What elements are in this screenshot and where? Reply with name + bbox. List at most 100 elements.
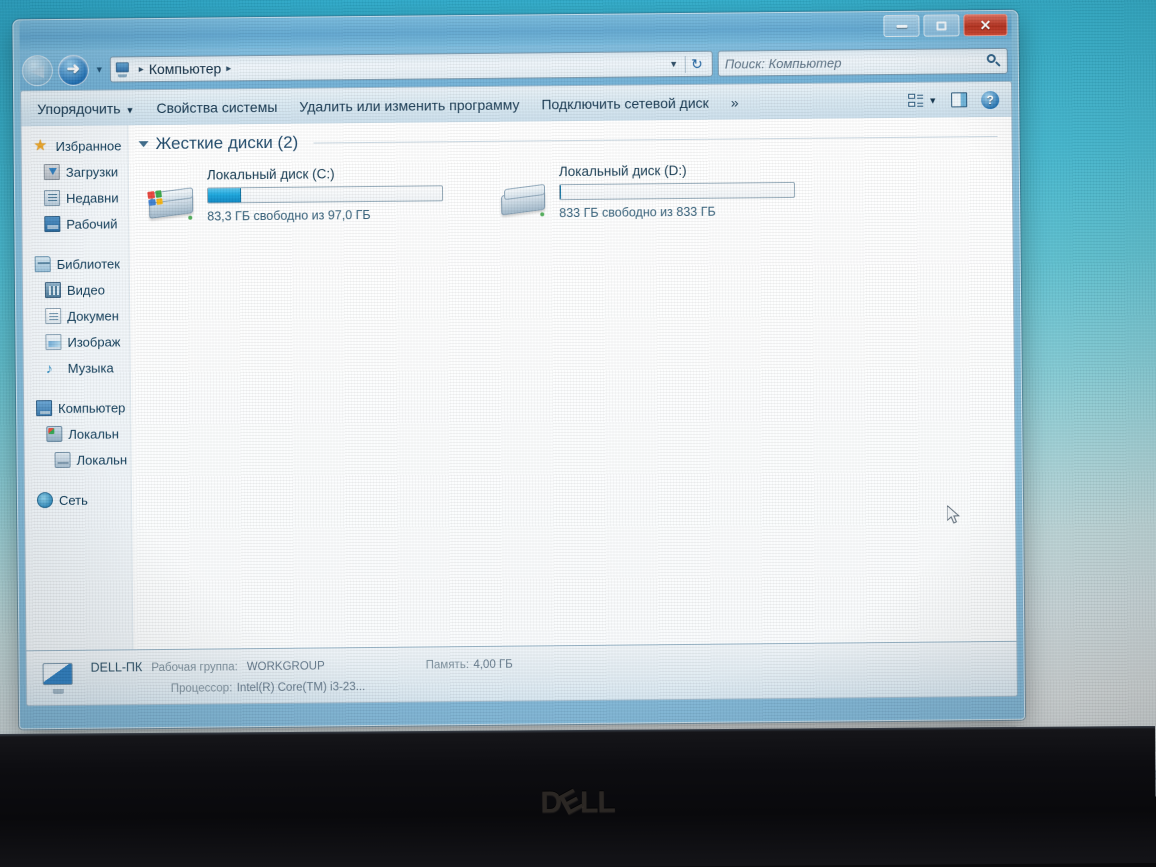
group-header-hard-drives[interactable]: Жесткие диски (2) — [138, 126, 998, 154]
drive-usage-fill — [559, 185, 562, 200]
preview-pane-button[interactable] — [945, 88, 973, 111]
sidebar-item-label: Недавни — [66, 189, 119, 206]
search-icon[interactable] — [986, 53, 1001, 68]
sidebar-item-label: Загрузки — [65, 163, 119, 180]
hard-drive-icon — [499, 182, 549, 224]
organize-button[interactable]: Упорядочить ▼ — [27, 95, 144, 122]
computer-icon — [114, 61, 131, 77]
drive-info-c: Локальный диск (C:) 83,3 ГБ свободно из … — [207, 165, 444, 227]
overflow-button[interactable]: » — [721, 89, 749, 115]
library-icon — [34, 256, 51, 273]
sidebar-gap-3 — [25, 472, 131, 487]
view-options-button[interactable]: ▼ — [902, 89, 943, 111]
back-button[interactable]: ◀ — [21, 54, 53, 86]
hard-drive-system-icon — [147, 186, 197, 228]
drive-item-d[interactable]: Локальный диск (D:) 833 ГБ свободно из 8… — [499, 162, 796, 225]
maximize-button[interactable] — [923, 14, 960, 37]
sidebar-item-label: Компьютер — [58, 399, 126, 416]
sidebar-item-local-disk-c[interactable]: Локальн — [24, 420, 130, 447]
sidebar-item-pictures[interactable]: Изображ — [23, 328, 129, 355]
refresh-icon[interactable]: ↻ — [685, 55, 708, 73]
sidebar-item-video[interactable]: Видео — [23, 276, 129, 303]
sidebar-item-computer[interactable]: Компьютер — [24, 394, 130, 421]
desktop-icon — [44, 215, 61, 233]
maximize-icon — [936, 20, 947, 31]
drive-free-space: 83,3 ГБ свободно из 97,0 ГБ — [207, 207, 371, 224]
close-icon: ✕ — [979, 17, 992, 34]
processor-label: Процессор: — [170, 681, 233, 695]
drive-usage-fill — [207, 188, 241, 203]
address-spacer — [236, 64, 662, 68]
breadcrumb-computer[interactable]: Компьютер — [149, 60, 222, 77]
system-properties-button[interactable]: Свойства системы — [146, 93, 287, 120]
uninstall-change-program-button[interactable]: Удалить или изменить программу — [289, 91, 529, 119]
close-button[interactable]: ✕ — [963, 13, 1008, 37]
sidebar-item-network[interactable]: Сеть — [25, 486, 131, 513]
music-icon: ♪ — [45, 360, 53, 377]
group-divider — [313, 135, 998, 144]
sidebar-item-label: Библиотек — [56, 255, 120, 272]
help-button[interactable]: ? — [975, 86, 1005, 112]
content-pane[interactable]: Жесткие диски (2) Локальный диск (C:) 83… — [128, 116, 1017, 650]
history-dropdown-icon[interactable]: ▼ — [94, 65, 105, 75]
sidebar-item-label: Локальн — [76, 451, 128, 468]
drive-list: Локальный диск (C:) 83,3 ГБ свободно из … — [139, 160, 999, 228]
map-network-drive-button[interactable]: Подключить сетевой диск — [531, 89, 719, 117]
downloads-icon — [43, 163, 60, 181]
sidebar-item-downloads[interactable]: Загрузки — [22, 158, 128, 185]
command-bar-spacer — [751, 100, 901, 101]
sidebar-item-label: Докумен — [67, 307, 119, 324]
memory-value: 4,00 ГБ — [473, 658, 513, 671]
forward-button[interactable]: ➜ — [57, 54, 89, 86]
drive-item-c[interactable]: Локальный диск (C:) 83,3 ГБ свободно из … — [147, 165, 444, 228]
sidebar-item-label: Локальн — [68, 425, 119, 442]
search-input[interactable] — [724, 53, 987, 72]
sidebar-item-music[interactable]: ♪ Музыка — [24, 354, 130, 381]
window-body: ★ Избранное Загрузки Недавни Рабочий Биб… — [20, 116, 1018, 651]
computer-details-icon — [39, 661, 79, 695]
minimize-button[interactable] — [883, 14, 920, 38]
breadcrumb-separator-2[interactable]: ▸ — [221, 63, 236, 74]
computer-icon — [36, 400, 53, 417]
chevron-down-icon[interactable]: ▼ — [662, 59, 685, 69]
sidebar-item-desktop[interactable]: Рабочий — [22, 210, 128, 237]
sidebar-item-recent-places[interactable]: Недавни — [22, 184, 128, 211]
address-bar[interactable]: ▸ Компьютер ▸ ▼ ↻ — [109, 50, 713, 83]
chevron-down-icon: ▼ — [125, 104, 135, 115]
sidebar-item-label: Музыка — [67, 359, 114, 376]
sidebar-item-libraries[interactable]: Библиотек — [23, 250, 129, 277]
details-pane: DELL-ПК Рабочая группа: WORKGROUP Память… — [25, 640, 1018, 707]
view-options-icon — [908, 93, 924, 107]
drive-free-space: 833 ГБ свободно из 833 ГБ — [559, 204, 716, 221]
video-icon — [44, 281, 62, 299]
documents-icon — [45, 307, 62, 325]
workgroup-value: WORKGROUP — [246, 659, 325, 673]
workgroup-label: Рабочая группа: — [151, 660, 238, 674]
dell-logo: DELL — [540, 784, 615, 822]
drive-usage-bar — [558, 181, 796, 201]
memory-group: Память: 4,00 ГБ — [426, 654, 513, 673]
sidebar-item-label: Сеть — [58, 492, 88, 508]
help-icon: ? — [981, 90, 1000, 109]
sidebar-item-documents[interactable]: Докумен — [23, 302, 129, 329]
chevron-down-icon[interactable]: ▼ — [928, 95, 937, 105]
drive-usage-bar — [206, 185, 444, 204]
drive-info-d: Локальный диск (D:) 833 ГБ свободно из 8… — [559, 162, 796, 224]
drive-name: Локальный диск (D:) — [558, 162, 687, 180]
drive-d-icon — [54, 451, 71, 469]
pictures-icon — [45, 333, 62, 351]
memory-label: Память: — [425, 658, 470, 671]
star-icon: ★ — [33, 137, 48, 155]
triangle-down-icon[interactable] — [138, 141, 149, 148]
drive-c-icon — [46, 425, 63, 443]
monitor-bezel: DELL — [0, 725, 1156, 867]
recent-places-icon — [43, 189, 61, 207]
navigation-pane[interactable]: ★ Избранное Загрузки Недавни Рабочий Биб… — [21, 125, 134, 651]
sidebar-item-local-disk-d[interactable]: Локальн — [24, 446, 130, 473]
organize-label: Упорядочить — [37, 99, 121, 117]
search-box[interactable] — [717, 47, 1008, 77]
sidebar-item-label: Видео — [66, 282, 106, 298]
sidebar-item-favorites[interactable]: ★ Избранное — [21, 132, 127, 159]
photo-scene: ✕ ◀ ➜ ▼ ▸ Компьютер ▸ ▼ ↻ Поиск: Компьют… — [0, 0, 1156, 867]
